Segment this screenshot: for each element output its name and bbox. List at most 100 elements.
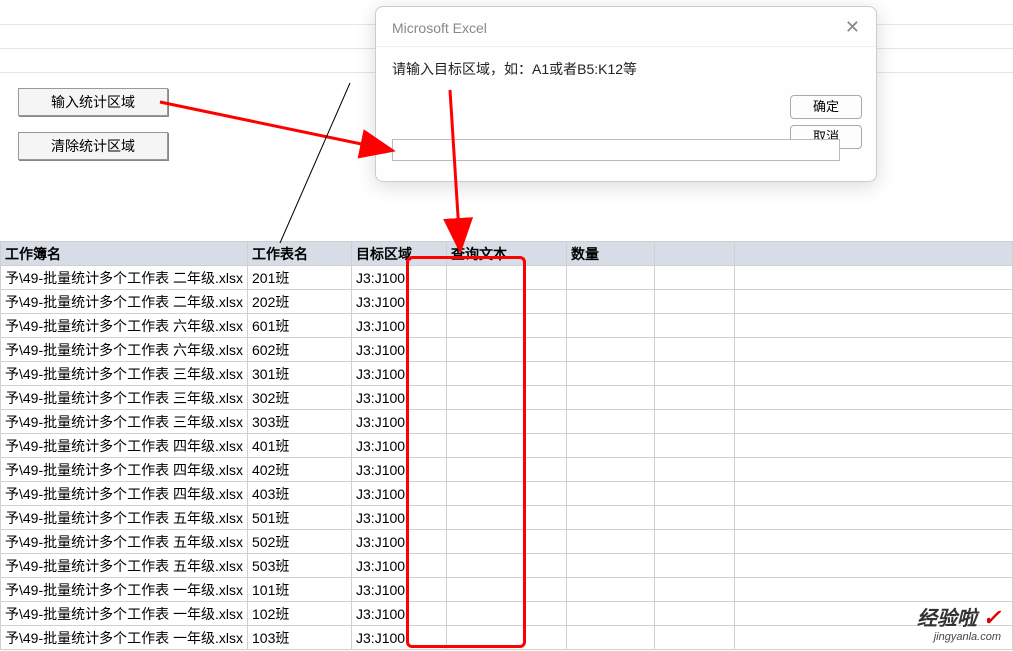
cell-count[interactable] [567, 338, 655, 362]
cell-empty[interactable] [655, 530, 735, 554]
cell-empty[interactable] [655, 554, 735, 578]
cell-worksheet[interactable]: 302班 [248, 386, 352, 410]
cell-worksheet[interactable]: 501班 [248, 506, 352, 530]
cell-empty[interactable] [735, 314, 1013, 338]
table-row[interactable]: 予\49-批量统计多个工作表 三年级.xlsx303班J3:J100 [1, 410, 1013, 434]
table-row[interactable]: 予\49-批量统计多个工作表 五年级.xlsx503班J3:J100 [1, 554, 1013, 578]
cell-empty[interactable] [655, 386, 735, 410]
cell-count[interactable] [567, 506, 655, 530]
cell-query[interactable] [447, 338, 567, 362]
cell-query[interactable] [447, 362, 567, 386]
cell-query[interactable] [447, 482, 567, 506]
cell-query[interactable] [447, 530, 567, 554]
cell-count[interactable] [567, 410, 655, 434]
cell-range[interactable]: J3:J100 [352, 434, 447, 458]
cell-query[interactable] [447, 266, 567, 290]
cell-workbook[interactable]: 予\49-批量统计多个工作表 三年级.xlsx [1, 386, 248, 410]
table-row[interactable]: 予\49-批量统计多个工作表 六年级.xlsx601班J3:J100 [1, 314, 1013, 338]
cell-workbook[interactable]: 予\49-批量统计多个工作表 三年级.xlsx [1, 410, 248, 434]
cell-empty[interactable] [735, 362, 1013, 386]
cell-empty[interactable] [735, 434, 1013, 458]
cell-empty[interactable] [655, 266, 735, 290]
cell-query[interactable] [447, 386, 567, 410]
cell-worksheet[interactable]: 301班 [248, 362, 352, 386]
table-row[interactable]: 予\49-批量统计多个工作表 一年级.xlsx101班J3:J100 [1, 578, 1013, 602]
cell-worksheet[interactable]: 601班 [248, 314, 352, 338]
table-row[interactable]: 予\49-批量统计多个工作表 四年级.xlsx401班J3:J100 [1, 434, 1013, 458]
cell-worksheet[interactable]: 103班 [248, 626, 352, 650]
cell-workbook[interactable]: 予\49-批量统计多个工作表 五年级.xlsx [1, 554, 248, 578]
cell-empty[interactable] [655, 410, 735, 434]
input-stat-area-button[interactable]: 输入统计区域 [18, 88, 168, 116]
cell-range[interactable]: J3:J100 [352, 530, 447, 554]
cell-worksheet[interactable]: 502班 [248, 530, 352, 554]
table-row[interactable]: 予\49-批量统计多个工作表 四年级.xlsx403班J3:J100 [1, 482, 1013, 506]
cell-empty[interactable] [655, 362, 735, 386]
cell-query[interactable] [447, 290, 567, 314]
cell-range[interactable]: J3:J100 [352, 626, 447, 650]
cell-worksheet[interactable]: 503班 [248, 554, 352, 578]
cell-empty[interactable] [735, 290, 1013, 314]
cell-workbook[interactable]: 予\49-批量统计多个工作表 二年级.xlsx [1, 266, 248, 290]
table-row[interactable]: 予\49-批量统计多个工作表 五年级.xlsx502班J3:J100 [1, 530, 1013, 554]
cell-empty[interactable] [735, 530, 1013, 554]
table-row[interactable]: 予\49-批量统计多个工作表 三年级.xlsx302班J3:J100 [1, 386, 1013, 410]
cell-workbook[interactable]: 予\49-批量统计多个工作表 一年级.xlsx [1, 578, 248, 602]
cell-count[interactable] [567, 482, 655, 506]
cell-range[interactable]: J3:J100 [352, 506, 447, 530]
cell-count[interactable] [567, 626, 655, 650]
cell-range[interactable]: J3:J100 [352, 458, 447, 482]
cell-range[interactable]: J3:J100 [352, 482, 447, 506]
cell-workbook[interactable]: 予\49-批量统计多个工作表 四年级.xlsx [1, 482, 248, 506]
cell-workbook[interactable]: 予\49-批量统计多个工作表 四年级.xlsx [1, 458, 248, 482]
cell-empty[interactable] [735, 266, 1013, 290]
cell-count[interactable] [567, 458, 655, 482]
cell-empty[interactable] [735, 506, 1013, 530]
cell-query[interactable] [447, 626, 567, 650]
cell-worksheet[interactable]: 101班 [248, 578, 352, 602]
cell-worksheet[interactable]: 403班 [248, 482, 352, 506]
cell-count[interactable] [567, 578, 655, 602]
cell-empty[interactable] [735, 554, 1013, 578]
cell-worksheet[interactable]: 201班 [248, 266, 352, 290]
cell-empty[interactable] [655, 506, 735, 530]
cell-range[interactable]: J3:J100 [352, 410, 447, 434]
cell-range[interactable]: J3:J100 [352, 314, 447, 338]
cell-empty[interactable] [655, 602, 735, 626]
cell-count[interactable] [567, 554, 655, 578]
cell-empty[interactable] [655, 290, 735, 314]
cell-count[interactable] [567, 290, 655, 314]
cell-range[interactable]: J3:J100 [352, 290, 447, 314]
cell-workbook[interactable]: 予\49-批量统计多个工作表 六年级.xlsx [1, 338, 248, 362]
cell-workbook[interactable]: 予\49-批量统计多个工作表 六年级.xlsx [1, 314, 248, 338]
cell-workbook[interactable]: 予\49-批量统计多个工作表 一年级.xlsx [1, 626, 248, 650]
cell-count[interactable] [567, 362, 655, 386]
cell-query[interactable] [447, 434, 567, 458]
cell-empty[interactable] [735, 482, 1013, 506]
cell-range[interactable]: J3:J100 [352, 554, 447, 578]
cell-worksheet[interactable]: 602班 [248, 338, 352, 362]
table-row[interactable]: 予\49-批量统计多个工作表 四年级.xlsx402班J3:J100 [1, 458, 1013, 482]
cell-count[interactable] [567, 602, 655, 626]
cell-count[interactable] [567, 434, 655, 458]
cell-empty[interactable] [735, 386, 1013, 410]
cell-range[interactable]: J3:J100 [352, 338, 447, 362]
cell-empty[interactable] [655, 578, 735, 602]
table-row[interactable]: 予\49-批量统计多个工作表 六年级.xlsx602班J3:J100 [1, 338, 1013, 362]
table-row[interactable]: 予\49-批量统计多个工作表 五年级.xlsx501班J3:J100 [1, 506, 1013, 530]
cell-empty[interactable] [735, 410, 1013, 434]
ok-button[interactable]: 确定 [790, 95, 862, 119]
table-row[interactable]: 予\49-批量统计多个工作表 二年级.xlsx201班J3:J100 [1, 266, 1013, 290]
cell-workbook[interactable]: 予\49-批量统计多个工作表 三年级.xlsx [1, 362, 248, 386]
table-row[interactable]: 予\49-批量统计多个工作表 二年级.xlsx202班J3:J100 [1, 290, 1013, 314]
cell-empty[interactable] [655, 626, 735, 650]
cell-range[interactable]: J3:J100 [352, 386, 447, 410]
cell-range[interactable]: J3:J100 [352, 362, 447, 386]
cell-workbook[interactable]: 予\49-批量统计多个工作表 五年级.xlsx [1, 506, 248, 530]
close-icon[interactable]: ✕ [845, 17, 860, 38]
cell-empty[interactable] [655, 314, 735, 338]
cell-empty[interactable] [735, 338, 1013, 362]
target-range-input[interactable] [392, 139, 840, 161]
cell-empty[interactable] [655, 482, 735, 506]
cell-empty[interactable] [655, 434, 735, 458]
